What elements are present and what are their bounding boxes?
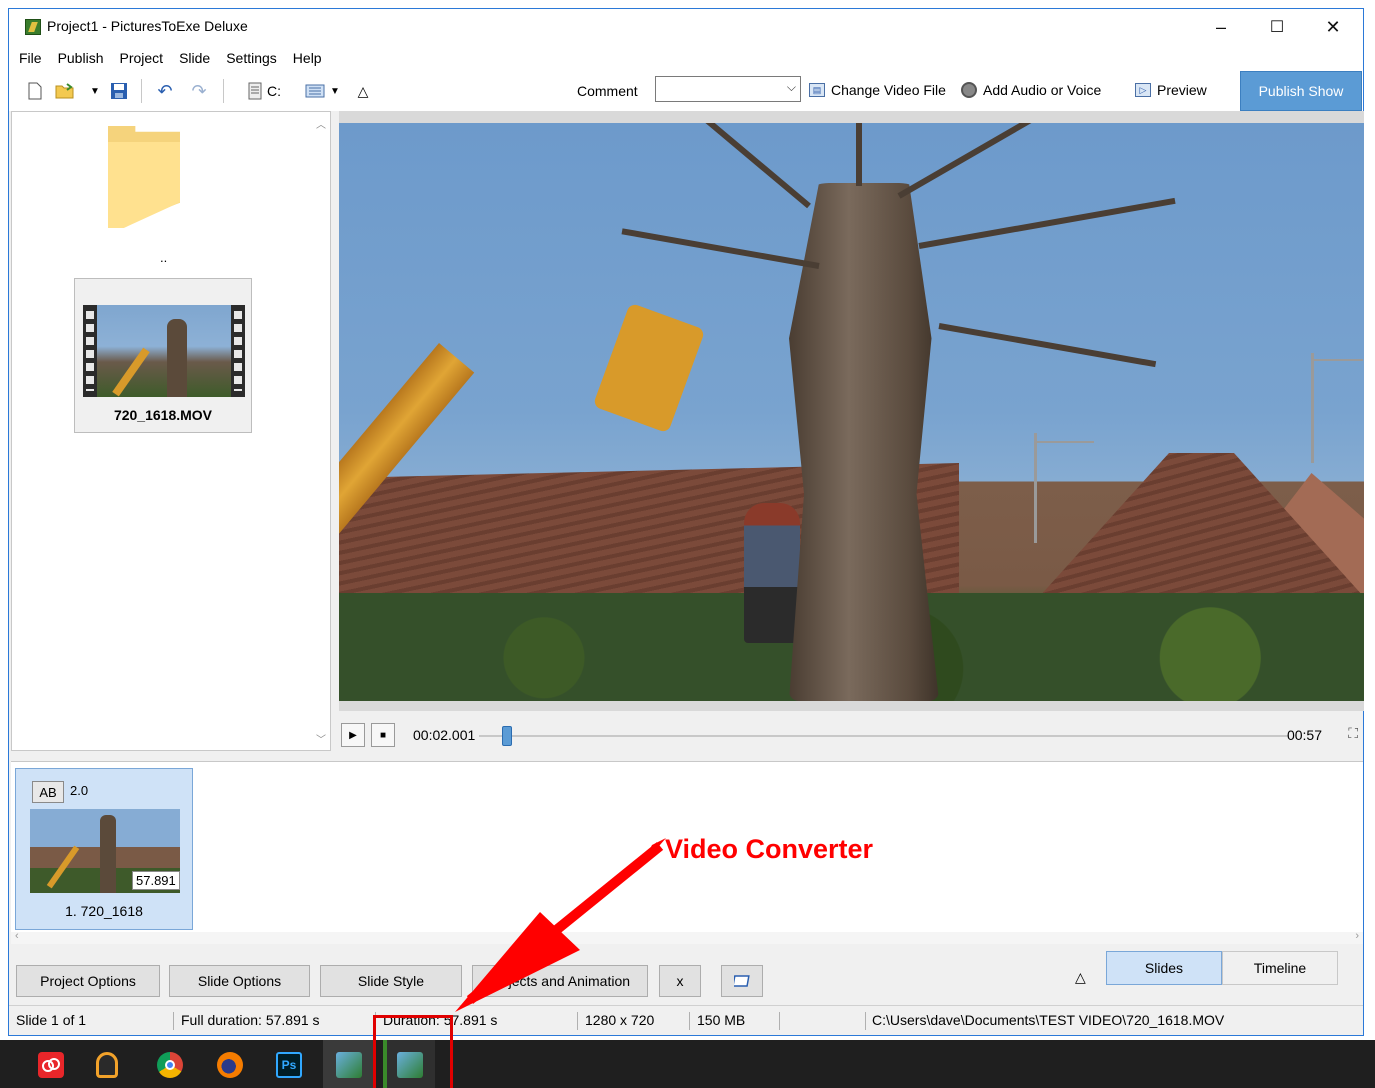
annotation-label: Video Converter [665, 834, 874, 864]
annotation-highlight-box [373, 1015, 453, 1088]
annotation-arrow [455, 838, 666, 1012]
